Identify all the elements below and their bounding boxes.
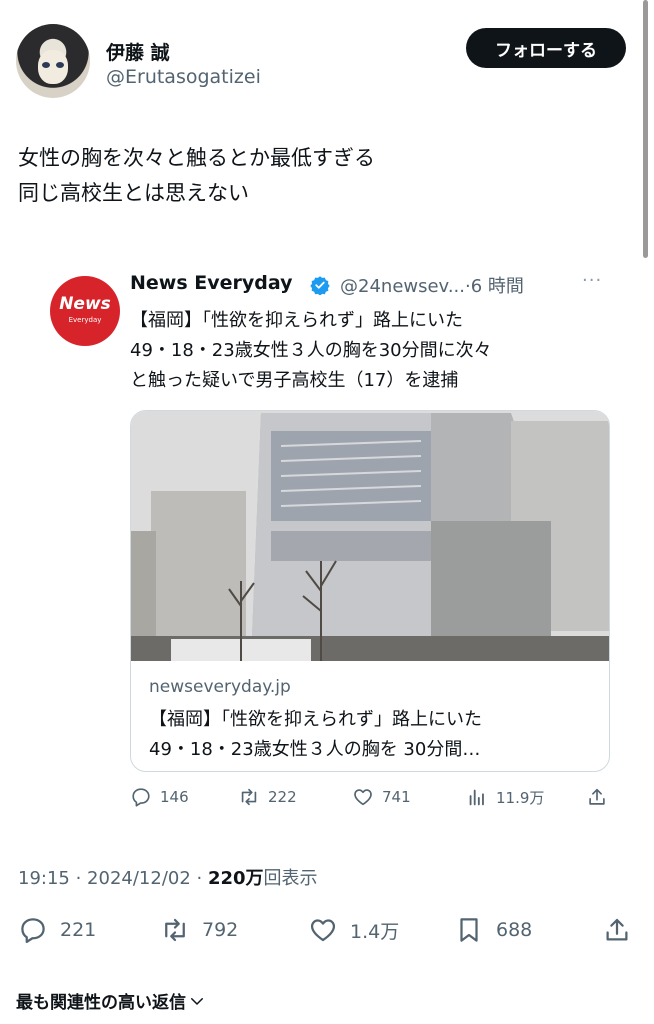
- like-count: 1.4万: [350, 920, 400, 943]
- quoted-reply-count: 146: [160, 788, 189, 806]
- quoted-line: と触った疑いで男子高校生（17）を逮捕: [130, 370, 459, 391]
- link-card-image: [131, 411, 609, 661]
- heart-icon: [310, 919, 336, 942]
- quoted-like-count: 741: [382, 788, 411, 806]
- bookmark-count: 688: [496, 919, 533, 941]
- quoted-repost-button[interactable]: 222: [238, 786, 297, 808]
- quoted-avatar[interactable]: News Everyday: [50, 276, 120, 346]
- share-button[interactable]: [602, 915, 644, 945]
- tweet-line: 同じ高校生とは思えない: [18, 181, 249, 205]
- quoted-handle-time[interactable]: @24newsev...·6 時間: [340, 272, 524, 298]
- tweet-text: 女性の胸を次々と触るとか最低すぎる 同じ高校生とは思えない: [18, 141, 618, 211]
- link-card-domain: newseveryday.jp: [149, 677, 291, 697]
- quoted-like-button[interactable]: 741: [352, 786, 411, 808]
- news-logo-text: News: [59, 294, 111, 314]
- more-icon[interactable]: ···: [582, 270, 602, 291]
- quoted-actions: 146 222 741 11.9万: [130, 786, 620, 816]
- tweet-actions: 221 792 1.4万 688: [18, 915, 638, 955]
- share-icon: [606, 918, 628, 941]
- bookmark-button[interactable]: 688: [454, 915, 532, 945]
- tweet-meta: 19:15 · 2024/12/02 · 220万回表示: [18, 864, 318, 890]
- reply-icon: [21, 918, 45, 943]
- link-card-title: 【福岡】「性欲を抑えられず」路上にいた 49・18・23歳女性３人の胸を 30分…: [149, 705, 599, 765]
- link-card-title-line: 【福岡】「性欲を抑えられず」路上にいた: [149, 709, 482, 730]
- link-card-title-line: 49・18・23歳女性３人の胸を 30分間…: [149, 739, 481, 760]
- view-label: 回表示: [263, 868, 318, 889]
- news-logo-subtext: Everyday: [68, 316, 102, 324]
- quoted-reply-button[interactable]: 146: [130, 786, 189, 808]
- like-button[interactable]: 1.4万: [308, 915, 399, 945]
- author-handle[interactable]: @Erutasogatizei: [106, 66, 261, 88]
- follow-button[interactable]: フォローする: [466, 28, 626, 68]
- reply-icon: [132, 788, 150, 807]
- quoted-repost-count: 222: [268, 788, 297, 806]
- reply-count: 221: [60, 919, 97, 941]
- repost-icon: [165, 918, 185, 942]
- quoted-share-button[interactable]: [586, 786, 616, 808]
- repost-button[interactable]: 792: [160, 915, 238, 945]
- quoted-author-name[interactable]: News Everyday: [130, 272, 293, 294]
- avatar[interactable]: [16, 24, 90, 98]
- quoted-views-button[interactable]: 11.9万: [466, 786, 544, 808]
- views-icon: [469, 789, 484, 806]
- heart-icon: [354, 789, 372, 806]
- tweet-timestamp[interactable]: 19:15 · 2024/12/02 ·: [18, 868, 208, 889]
- scrollbar[interactable]: [643, 0, 648, 258]
- reply-button[interactable]: 221: [18, 915, 96, 945]
- avatar-eye-left: [42, 62, 50, 68]
- share-icon: [589, 788, 605, 805]
- bookmark-icon: [460, 918, 478, 942]
- reply-sort-label: 最も関連性の高い返信: [16, 993, 186, 1013]
- tweet-header: 伊藤 誠 @Erutasogatizei フォローする: [16, 24, 638, 104]
- quoted-line: 49・18・23歳女性３人の胸を30分間に次々: [130, 340, 492, 361]
- quoted-line: 【福岡】「性欲を抑えられず」路上にいた: [130, 310, 463, 331]
- chevron-down-icon: [191, 997, 203, 1005]
- view-count: 220万: [207, 868, 264, 889]
- quoted-text: 【福岡】「性欲を抑えられず」路上にいた 49・18・23歳女性３人の胸を30分間…: [130, 306, 620, 396]
- verified-badge-icon: [310, 276, 330, 295]
- reply-sort-dropdown[interactable]: 最も関連性の高い返信: [16, 988, 206, 1013]
- repost-icon: [241, 788, 257, 806]
- author-name[interactable]: 伊藤 誠: [106, 38, 170, 65]
- quoted-views-count: 11.9万: [496, 788, 545, 807]
- repost-count: 792: [202, 919, 239, 941]
- link-card[interactable]: newseveryday.jp 【福岡】「性欲を抑えられず」路上にいた 49・1…: [130, 410, 610, 772]
- tweet-line: 女性の胸を次々と触るとか最低すぎる: [18, 146, 375, 170]
- avatar-eye-right: [56, 62, 64, 68]
